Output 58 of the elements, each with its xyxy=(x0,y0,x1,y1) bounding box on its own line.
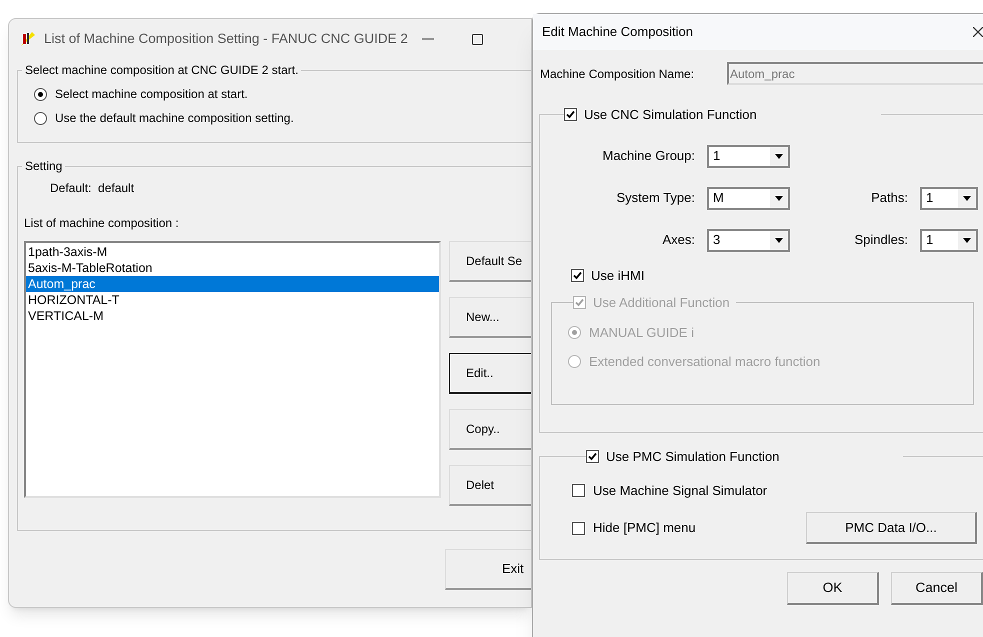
list-item[interactable]: VERTICAL-M xyxy=(26,308,439,324)
window-title: List of Machine Composition Setting - FANUC CNC GUIDE 2 xyxy=(44,30,408,48)
dropdown[interactable]: 1 xyxy=(707,144,790,168)
checkbox-label: Use Additional Function xyxy=(593,294,730,312)
list-item[interactable]: 1path-3axis-M xyxy=(26,244,439,260)
checkbox-label: Use CNC Simulation Function xyxy=(584,106,757,124)
side-button[interactable]: New... xyxy=(449,297,531,338)
group-label: Select machine composition at CNC GUIDE 2 start. xyxy=(24,62,300,79)
field-label: Axes: xyxy=(661,231,696,250)
radio-button[interactable] xyxy=(34,88,47,100)
checkbox[interactable] xyxy=(564,108,577,122)
side-button[interactable]: Delet xyxy=(449,465,531,506)
checkbox[interactable] xyxy=(571,268,584,282)
caret-icon xyxy=(958,188,976,208)
caret-icon xyxy=(958,230,976,250)
list-item[interactable]: HORIZONTAL-T xyxy=(26,292,439,308)
dropdown[interactable]: 1 xyxy=(920,228,978,252)
close-icon[interactable] xyxy=(973,27,983,37)
option-label: Use the default machine composition setting. xyxy=(55,110,294,127)
option-label: Extended conversational macro function xyxy=(589,353,820,371)
dropdown[interactable]: M xyxy=(707,186,790,210)
checkbox-label: Use iHMI xyxy=(591,266,644,284)
maximize-icon[interactable] xyxy=(472,34,483,44)
exit-button[interactable]: Exit xyxy=(445,549,531,590)
list-label: List of machine composition : xyxy=(24,215,180,232)
radio-button[interactable] xyxy=(34,112,47,124)
app-icon xyxy=(18,30,36,48)
list-box[interactable]: 1path-3axis-M 5axis-M-TableRotation Autom_prac HORIZONTAL-T VERTICAL-M xyxy=(24,241,441,498)
checkbox-label: Use Machine Signal Simulator xyxy=(593,482,768,500)
dropdown[interactable]: 1 xyxy=(920,186,978,210)
caret-icon xyxy=(770,188,788,208)
side-button[interactable]: Default Se xyxy=(449,241,531,282)
caret-icon xyxy=(770,146,788,166)
list-item[interactable]: Autom_prac xyxy=(26,276,439,292)
field-label: Machine Group: xyxy=(602,147,696,166)
field-label: Spindles: xyxy=(854,231,909,250)
checkbox[interactable] xyxy=(586,450,599,464)
caret-icon xyxy=(770,230,788,250)
checkbox[interactable] xyxy=(572,522,585,534)
name-field[interactable]: Autom_prac xyxy=(727,62,983,85)
checkbox[interactable] xyxy=(572,484,585,497)
checkbox-label: Hide [PMC] menu xyxy=(593,519,696,538)
dialog-button[interactable]: OK xyxy=(787,572,879,605)
dialog-title: Edit Machine Composition xyxy=(542,23,694,42)
field-label: Machine Composition Name: xyxy=(540,66,696,82)
list-item[interactable]: 5axis-M-TableRotation xyxy=(26,260,439,276)
side-button[interactable]: Copy.. xyxy=(449,409,531,450)
field-label: System Type: xyxy=(615,189,696,208)
field-label: Paths: xyxy=(870,189,909,208)
checkbox-label: Use PMC Simulation Function xyxy=(606,448,780,466)
option-label: MANUAL GUIDE i xyxy=(589,324,694,342)
dropdown[interactable]: 3 xyxy=(707,228,790,252)
group-label: Setting xyxy=(24,158,64,175)
pmc-data-button[interactable]: PMC Data I/O... xyxy=(806,512,977,544)
dialog-button[interactable]: Cancel xyxy=(891,572,983,605)
option-label: Select machine composition at start. xyxy=(55,86,248,103)
side-button[interactable]: Edit.. xyxy=(449,353,531,394)
default-text: Default: default xyxy=(50,180,136,197)
